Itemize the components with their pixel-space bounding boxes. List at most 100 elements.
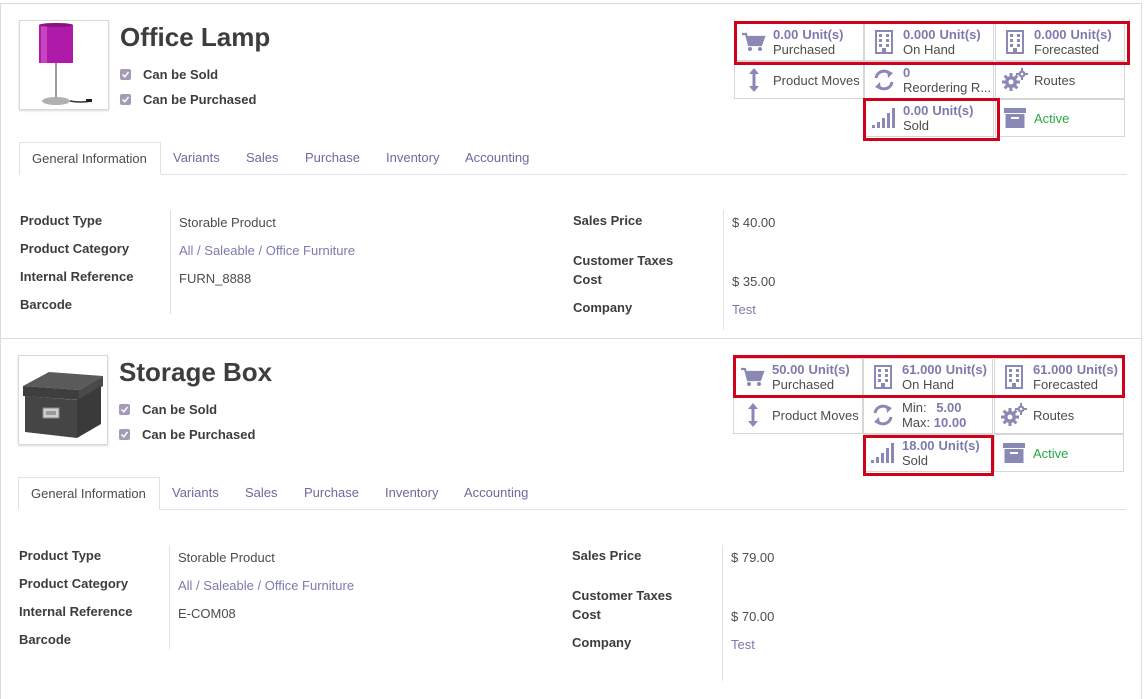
company-label: Company xyxy=(572,635,632,650)
tab-general-information[interactable]: General Information xyxy=(19,142,161,175)
archive-icon xyxy=(1001,443,1027,463)
cost-value[interactable]: $ 35.00 xyxy=(732,274,775,289)
product-category-link[interactable]: All / Saleable / Office Furniture xyxy=(178,578,354,593)
up-down-arrow-icon xyxy=(741,67,767,93)
internal-reference-label: Internal Reference xyxy=(20,269,134,284)
product-image-storage-box[interactable] xyxy=(18,355,108,445)
storage-box-image xyxy=(23,372,103,438)
sales-price-value[interactable]: $ 40.00 xyxy=(732,215,775,230)
highlight-box xyxy=(863,435,994,476)
checkbox-checked-icon[interactable] xyxy=(120,94,131,105)
max-value: 10.00 xyxy=(933,415,967,430)
highlight-box xyxy=(733,355,1125,398)
internal-reference-value[interactable]: FURN_8888 xyxy=(179,271,251,286)
gears-icon xyxy=(1002,68,1028,92)
checkbox-checked-icon[interactable] xyxy=(119,429,130,440)
sales-price-label: Sales Price xyxy=(573,213,643,228)
field-divider xyxy=(722,545,723,681)
field-divider xyxy=(169,545,170,649)
checkbox-checked-icon[interactable] xyxy=(119,404,130,415)
tab-sales[interactable]: Sales xyxy=(234,142,291,174)
tab-inventory[interactable]: Inventory xyxy=(373,477,450,509)
product-category-link[interactable]: All / Saleable / Office Furniture xyxy=(179,243,355,258)
tab-variants[interactable]: Variants xyxy=(160,477,231,509)
lamp-image xyxy=(39,23,93,105)
tab-purchase[interactable]: Purchase xyxy=(292,477,371,509)
tab-general-information[interactable]: General Information xyxy=(18,477,160,510)
refresh-icon xyxy=(870,404,896,426)
customer-taxes-label: Customer Taxes xyxy=(573,253,674,268)
refresh-icon xyxy=(871,69,897,91)
customer-taxes-label: Customer Taxes xyxy=(572,588,673,603)
product-category-label: Product Category xyxy=(19,576,129,591)
company-link[interactable]: Test xyxy=(732,302,756,317)
can-be-sold-label: Can be Sold xyxy=(143,67,219,82)
notebook-tabs: General Information Variants Sales Purch… xyxy=(19,142,1127,175)
active-label: Active xyxy=(1033,445,1069,461)
active-label: Active xyxy=(1034,110,1070,126)
can-be-purchased-checkbox[interactable]: Can be Purchased xyxy=(120,92,256,107)
product-moves-button[interactable]: Product Moves xyxy=(734,61,864,99)
tab-purchase[interactable]: Purchase xyxy=(293,142,372,174)
can-be-sold-checkbox[interactable]: Can be Sold xyxy=(120,67,218,82)
product-moves-label: Product Moves xyxy=(773,72,860,88)
reordering-rules-button[interactable]: 0 Reordering R... xyxy=(864,61,994,99)
tab-accounting[interactable]: Accounting xyxy=(453,142,541,174)
tab-variants[interactable]: Variants xyxy=(161,142,232,174)
barcode-label: Barcode xyxy=(20,297,73,312)
max-label: Max: xyxy=(902,415,931,430)
routes-button[interactable]: Routes xyxy=(994,396,1124,434)
smart-button-box: 0.00 Unit(s) Purchased 0.000 Unit(s) On Hand… xyxy=(734,20,1130,141)
cost-label: Cost xyxy=(572,607,601,622)
product-form-storage-box: Storage Box Can be Sold Can be Purchased… xyxy=(0,339,1142,699)
product-image-office-lamp[interactable] xyxy=(19,20,109,110)
field-divider xyxy=(723,210,724,330)
routes-label: Routes xyxy=(1033,407,1075,423)
gears-icon xyxy=(1001,403,1027,427)
sales-price-label: Sales Price xyxy=(572,548,642,563)
product-moves-button[interactable]: Product Moves xyxy=(733,396,863,434)
tab-inventory[interactable]: Inventory xyxy=(374,142,451,174)
active-toggle-button[interactable]: Active xyxy=(995,99,1125,137)
can-be-purchased-checkbox[interactable]: Can be Purchased xyxy=(119,427,255,442)
cost-value[interactable]: $ 70.00 xyxy=(731,609,774,624)
reordering-value: 0 xyxy=(903,65,911,80)
product-type-label: Product Type xyxy=(19,548,102,563)
archive-icon xyxy=(1002,108,1028,128)
smart-button-box: 50.00 Unit(s) Purchased 61.000 Unit(s) On Ha… xyxy=(733,355,1125,476)
product-type-label: Product Type xyxy=(20,213,103,228)
routes-button[interactable]: Routes xyxy=(995,61,1125,99)
active-toggle-button[interactable]: Active xyxy=(994,434,1124,472)
product-form-office-lamp: Office Lamp Can be Sold Can be Purchased… xyxy=(0,3,1142,339)
company-label: Company xyxy=(573,300,633,315)
reordering-label: Reordering R... xyxy=(903,80,992,95)
routes-label: Routes xyxy=(1034,72,1076,88)
product-moves-label: Product Moves xyxy=(772,407,859,423)
reordering-rules-button[interactable]: Min: 5.00 Max: 10.00 xyxy=(863,396,993,434)
cost-label: Cost xyxy=(573,272,602,287)
up-down-arrow-icon xyxy=(740,402,766,428)
field-divider xyxy=(170,210,171,314)
min-label: Min: xyxy=(902,400,927,415)
company-link[interactable]: Test xyxy=(731,637,755,652)
internal-reference-label: Internal Reference xyxy=(19,604,133,619)
product-name[interactable]: Office Lamp xyxy=(120,22,270,53)
highlight-box xyxy=(734,21,1130,65)
product-name[interactable]: Storage Box xyxy=(119,357,272,388)
product-category-label: Product Category xyxy=(20,241,130,256)
product-type-value[interactable]: Storable Product xyxy=(178,550,275,565)
tab-accounting[interactable]: Accounting xyxy=(452,477,540,509)
can-be-purchased-label: Can be Purchased xyxy=(143,92,257,107)
can-be-purchased-label: Can be Purchased xyxy=(142,427,256,442)
min-value: 5.00 xyxy=(936,400,962,415)
can-be-sold-checkbox[interactable]: Can be Sold xyxy=(119,402,217,417)
sales-price-value[interactable]: $ 79.00 xyxy=(731,550,774,565)
tab-sales[interactable]: Sales xyxy=(233,477,290,509)
barcode-label: Barcode xyxy=(19,632,72,647)
highlight-box xyxy=(863,98,1000,141)
product-type-value[interactable]: Storable Product xyxy=(179,215,276,230)
can-be-sold-label: Can be Sold xyxy=(142,402,218,417)
internal-reference-value[interactable]: E-COM08 xyxy=(178,606,236,621)
checkbox-checked-icon[interactable] xyxy=(120,69,131,80)
notebook-tabs: General Information Variants Sales Purch… xyxy=(18,477,1126,510)
